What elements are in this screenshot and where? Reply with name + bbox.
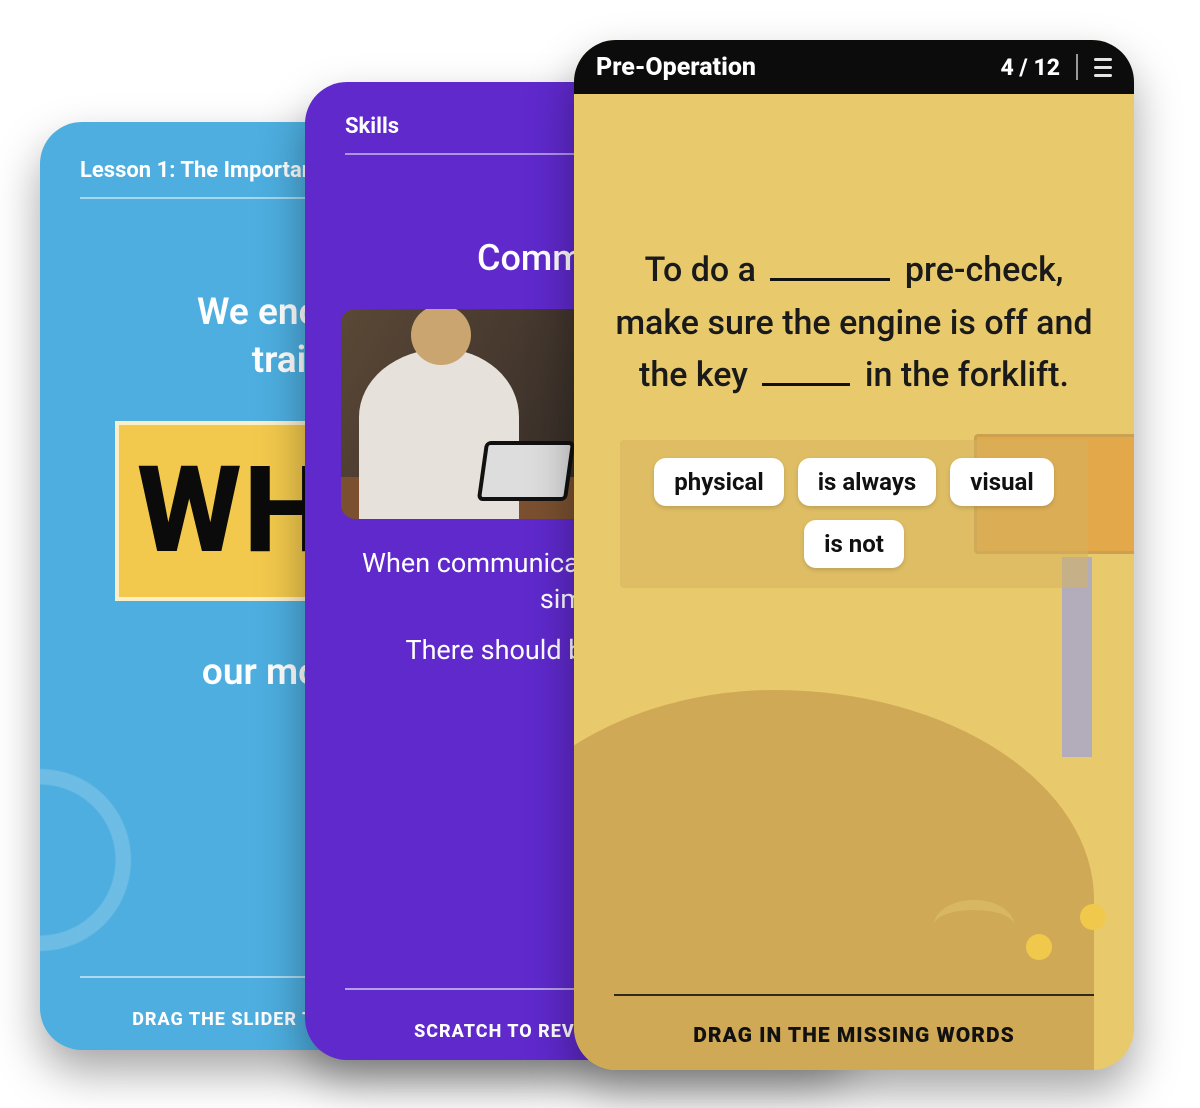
- q-text-1: To do a: [645, 250, 756, 290]
- page-total: 12: [1033, 54, 1060, 81]
- decorative-strap: [934, 900, 1014, 950]
- word-chip[interactable]: is always: [798, 458, 937, 506]
- fill-blank-question: To do a pre-check, make sure the engine …: [574, 94, 1134, 402]
- lesson-card-yellow: Pre-Operation 4 / 12 To do a pre-check, …: [574, 40, 1134, 1070]
- phone-stack: Lesson 1: The Importance We encourage tr…: [40, 40, 1160, 1090]
- footer-divider: [614, 994, 1094, 996]
- topbar-right: 4 / 12: [1000, 54, 1112, 81]
- blank-dropzone-2[interactable]: [762, 383, 850, 386]
- divider-vertical: [1076, 54, 1078, 80]
- word-chip[interactable]: physical: [654, 458, 783, 506]
- footer-prompt: DRAG IN THE MISSING WORDS: [574, 1024, 1134, 1048]
- page-current: 4: [1000, 54, 1013, 81]
- page-indicator: 4 / 12: [1000, 54, 1060, 81]
- top-bar: Pre-Operation 4 / 12: [574, 40, 1134, 94]
- panel-text: WH: [137, 441, 330, 581]
- decorative-dot: [1026, 934, 1052, 960]
- blank-dropzone-1[interactable]: [770, 278, 890, 281]
- word-chip[interactable]: is not: [804, 520, 904, 568]
- hill-illustration: [574, 690, 1094, 1070]
- word-chip[interactable]: visual: [950, 458, 1053, 506]
- decorative-dot: [1080, 904, 1106, 930]
- menu-icon[interactable]: [1094, 58, 1112, 77]
- q-text-3: in the forklift.: [865, 355, 1069, 395]
- topbar-title: Pre-Operation: [596, 53, 756, 82]
- word-bank: physical is always visual is not: [620, 440, 1088, 588]
